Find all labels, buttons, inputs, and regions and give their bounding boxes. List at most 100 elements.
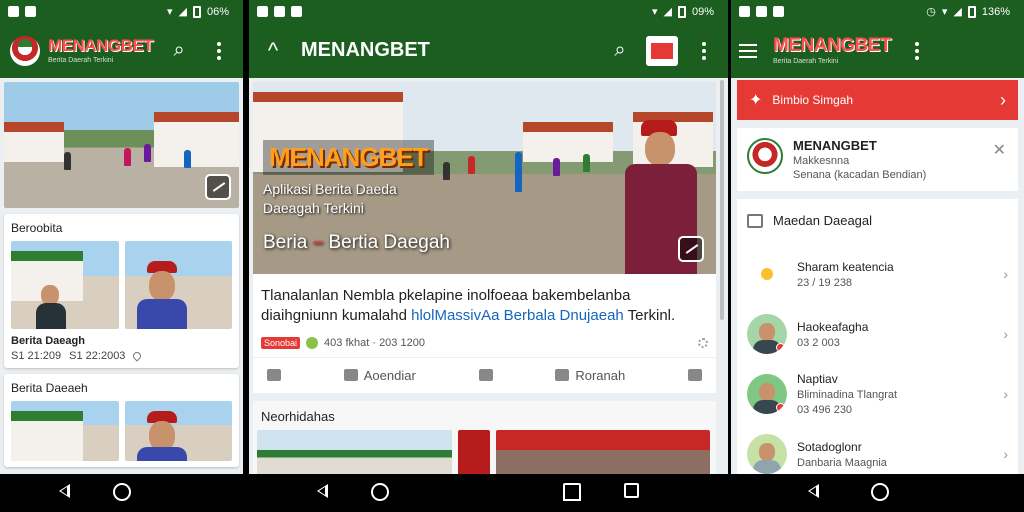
app-bar: ^ MENANGBET ⌕ [249,23,728,78]
news-thumbnail[interactable] [11,241,119,329]
avatar [747,434,787,474]
comment-label: Aoendiar [363,367,416,383]
location-pin-icon [131,350,144,362]
brand-logo[interactable]: MENANGBET Berita Daerah Terkini [773,36,891,65]
list-item-title: Naptiav [797,372,838,386]
promo-banner[interactable]: ✦ Bimbio Simgah › [737,80,1018,120]
battery-icon [967,6,976,19]
like-label: Roranah [575,367,626,383]
list-item-subtitle: Bliminadina Tlangrat [797,389,898,401]
notification-icon [739,6,750,18]
chevron-right-icon: › [1003,326,1008,342]
image-notification-icon [291,6,302,18]
nav-home-button[interactable] [113,483,131,501]
image-notification-icon [773,6,784,18]
nav-back-button[interactable] [805,483,825,503]
search-icon[interactable]: ⌕ [165,37,193,65]
overflow-menu-icon[interactable] [205,37,233,65]
nav-back-button[interactable] [56,483,76,503]
news-card[interactable]: Beroobita Berita Daeagh S1 21:209 S1 22:… [4,214,239,368]
notification-line: Senana (kacadan Bendian) [793,169,927,181]
meta-time-b: S1 22:2003 [69,350,126,362]
overflow-menu-icon[interactable] [903,37,931,65]
nav-recents-button[interactable] [624,483,639,498]
search-icon[interactable]: ⌕ [606,37,634,65]
article-text-b: Terkinl. [623,307,676,325]
avatar [747,314,787,354]
news-thumbnail[interactable] [11,401,119,461]
notification-icon [8,6,19,18]
meta-time-a: S1 21:209 [11,350,62,362]
wifi-icon: ▾ [166,5,173,18]
brand-logo[interactable]: MENANGBET Berita Daerah Terkini [48,37,154,64]
list-item[interactable]: Naptiav Bliminadina Tlangrat 03 496 230 … [747,364,1008,424]
up-arrow-icon[interactable]: ^ [259,37,287,65]
phone-drawer-screen: ◷ ▾ ◢ 136% MENANGBET Berita Daerah Terkini … [731,0,1024,474]
close-icon[interactable]: ✕ [993,140,1006,160]
list-item[interactable]: Sharam keatencia 23 / 19 238 › [747,244,1008,304]
star-icon: ✦ [749,92,763,109]
nav-back-button[interactable] [314,483,334,503]
phone-article-screen: ▾ ◢ 09% ^ MENANGBET ⌕ MENANGBET Aplikasi… [249,0,728,474]
status-bar: ▾ ◢ 09% [249,0,728,23]
battery-text: 09% [691,5,714,18]
list-item-title: Sharam keatencia [797,259,894,274]
repost-action[interactable] [478,369,493,381]
hero-brand: MENANGBET [263,140,434,175]
hero-image[interactable] [4,82,239,208]
nav-home-button[interactable] [871,483,889,501]
home-action[interactable] [267,369,281,381]
scrollbar[interactable] [720,80,724,320]
chevron-right-icon: › [1003,446,1008,462]
back-icon [314,483,328,499]
article-text: Tlanalanlan Nembla pkelapine inolfoeaa b… [261,286,708,327]
related-gallery [253,427,716,474]
app-bar: MENANGBET Berita Daerah Terkini [731,23,1024,78]
like-action[interactable]: Roranah [555,368,625,383]
notification-card[interactable]: MENANGBET Makkesnna Senana (kacadan Bend… [737,128,1018,191]
avatar [747,374,787,414]
action-bar: Aoendiar Roranah [253,356,716,393]
battery-text: 136% [981,5,1010,18]
card-meta: S1 21:209 S1 22:2003 [11,350,232,362]
notification-icon [257,6,268,18]
list-item-title: Haokeafagha [797,319,869,334]
wifi-icon: ▾ [941,5,948,18]
list-item-subtitle: 03 2 003 [797,336,840,349]
promo-label: Bimbio Simgah [772,93,854,107]
system-navigation-bar [0,474,1024,512]
nav-home-button[interactable] [563,483,581,501]
battery-text: 06% [206,5,229,18]
share-icon[interactable] [698,337,708,348]
hero-subtitle-line1: Aplikasi Berita Daeda [263,181,397,197]
article-hero-image[interactable]: MENANGBET Aplikasi Berita Daeda Daeagah … [253,82,716,274]
source-tag: Sonobai [261,336,301,349]
signal-icon: ◢ [953,5,962,18]
headline-dash: – [312,232,324,253]
location-marker-icon [761,268,773,280]
thumb-up-icon [555,369,570,381]
home-icon [267,369,281,381]
related-thumbnail[interactable] [496,429,710,474]
news-thumbnail[interactable] [124,241,232,329]
card-title: Beroobita [11,221,63,235]
image-notification-icon [25,6,36,18]
related-thumbnail[interactable] [257,429,452,474]
nav-home-button[interactable] [371,483,389,501]
send-action[interactable] [687,369,702,381]
news-thumbnail[interactable] [124,401,232,461]
list-item[interactable]: Sotadoglonr Danbaria Maagnia › [747,424,1008,474]
related-thumbnail[interactable] [458,429,490,474]
brand-badge-icon[interactable] [646,35,678,66]
list-item[interactable]: Haokeafagha 03 2 003 › [747,304,1008,364]
alarm-icon: ◷ [926,5,936,18]
battery-icon [677,6,686,19]
app-avatar [747,138,783,174]
chevron-right-icon: › [1003,266,1008,282]
article-link[interactable]: hlolMassivAa Berbala Dnujaeah [411,307,624,324]
overflow-menu-icon[interactable] [690,37,718,65]
news-card[interactable]: Berita Daeaeh [4,374,239,467]
comment-action[interactable]: Aoendiar [343,367,416,383]
brand-tagline: Berita Daerah Terkini [773,58,839,65]
menu-icon[interactable] [739,43,757,58]
